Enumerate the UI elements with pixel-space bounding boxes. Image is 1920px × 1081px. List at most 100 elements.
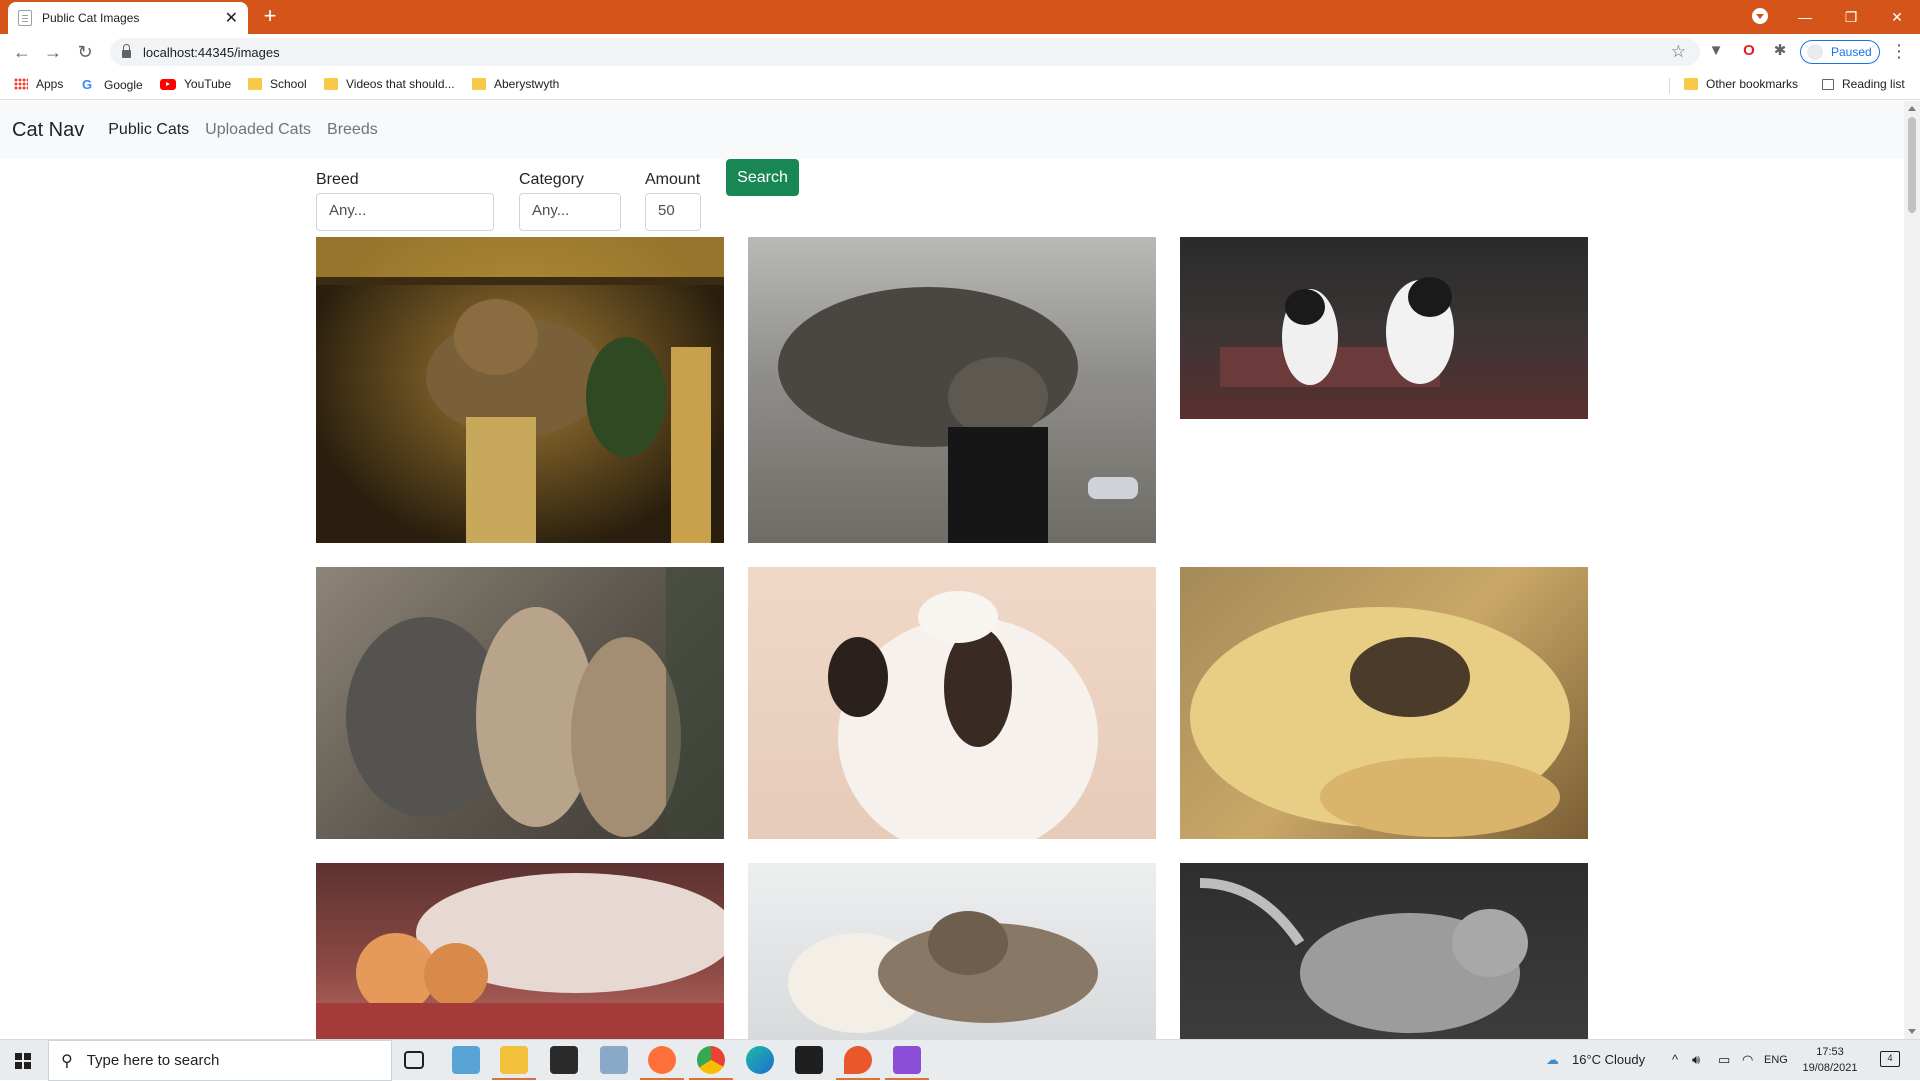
- bookmark-label: School: [270, 77, 307, 91]
- tab-close-icon[interactable]: ✕: [225, 8, 238, 28]
- cat-image[interactable]: [748, 567, 1156, 839]
- bookmark-youtube[interactable]: YouTube: [160, 77, 231, 91]
- chrome-icon[interactable]: [689, 1046, 733, 1080]
- calculator-icon[interactable]: [600, 1046, 628, 1074]
- scroll-up-icon[interactable]: [1908, 106, 1916, 111]
- bookmark-label: Aberystwyth: [494, 77, 560, 91]
- amount-input[interactable]: 50: [645, 193, 701, 231]
- bookmark-star-icon[interactable]: ☆: [1671, 42, 1686, 62]
- reading-list-label: Reading list: [1842, 77, 1905, 91]
- breed-select[interactable]: Any...: [316, 193, 494, 231]
- cat-photo-graphic: [828, 591, 1098, 839]
- cat-image[interactable]: [316, 863, 724, 1039]
- nav-link-breeds[interactable]: Breeds: [327, 121, 378, 139]
- photos-app-icon[interactable]: [452, 1046, 480, 1074]
- cat-photo-graphic: [1220, 277, 1454, 387]
- folder-icon: [1684, 78, 1698, 90]
- volume-icon[interactable]: 🔊︎: [1692, 1052, 1700, 1068]
- wifi-icon[interactable]: ◠: [1742, 1052, 1753, 1068]
- cat-image[interactable]: [748, 863, 1156, 1039]
- bookmark-other[interactable]: Other bookmarks: [1684, 77, 1798, 91]
- cat-image[interactable]: [748, 237, 1156, 543]
- cat-photo-graphic: [1199, 878, 1528, 1033]
- weather-icon: ☁: [1546, 1052, 1559, 1067]
- bookmark-google[interactable]: G Google: [82, 77, 143, 92]
- breed-filter: Breed Any...: [316, 159, 494, 231]
- navbar-brand[interactable]: Cat Nav: [12, 119, 84, 142]
- scrollbar-thumb[interactable]: [1908, 117, 1916, 213]
- battery-icon[interactable]: ▭: [1718, 1052, 1730, 1068]
- bookmark-videos[interactable]: Videos that should...: [324, 77, 455, 91]
- extensions-puzzle-icon[interactable]: ✱: [1770, 41, 1790, 61]
- cat-photo-graphic: [1190, 607, 1570, 837]
- scroll-down-icon[interactable]: [1908, 1029, 1916, 1034]
- extension-opera-icon[interactable]: O: [1739, 41, 1759, 61]
- taskbar-search[interactable]: ⚲ Type here to search: [48, 1040, 392, 1081]
- tray-chevron-icon[interactable]: ^: [1672, 1052, 1678, 1067]
- cat-image[interactable]: [316, 237, 724, 543]
- bookmark-label: Apps: [36, 77, 64, 91]
- profile-status: Paused: [1831, 45, 1872, 59]
- terminal-icon[interactable]: [795, 1046, 823, 1074]
- clock[interactable]: 17:53 19/08/2021: [1794, 1044, 1866, 1076]
- page-scrollbar[interactable]: [1904, 101, 1920, 1039]
- back-icon[interactable]: ←: [10, 40, 34, 64]
- category-label: Category: [519, 171, 584, 188]
- restore-icon[interactable]: ❐: [1828, 0, 1874, 34]
- folder-icon: [324, 78, 338, 90]
- notifications-icon[interactable]: 4: [1880, 1051, 1900, 1067]
- bookmark-label: Videos that should...: [346, 77, 455, 91]
- bookmark-school[interactable]: School: [248, 77, 307, 91]
- avatar: [1807, 44, 1823, 60]
- cat-image[interactable]: [1180, 237, 1588, 419]
- search-button[interactable]: Search: [726, 159, 799, 196]
- youtube-icon: [160, 78, 176, 90]
- cat-photo-graphic: [316, 873, 724, 1039]
- forward-icon[interactable]: →: [41, 40, 65, 64]
- close-icon[interactable]: ✕: [1874, 0, 1920, 34]
- site-navbar: Cat Nav Public Cats Uploaded Cats Breeds: [0, 101, 1904, 159]
- search-icon: ⚲: [61, 1052, 73, 1070]
- nav-link-uploaded-cats[interactable]: Uploaded Cats: [205, 121, 311, 139]
- weather-text[interactable]: 16°C Cloudy: [1572, 1052, 1645, 1067]
- url-text: localhost:44345/images: [143, 44, 280, 60]
- browser-tab[interactable]: Public Cat Images ✕: [8, 2, 248, 34]
- nav-link-public-cats[interactable]: Public Cats: [108, 121, 189, 139]
- visual-studio-icon[interactable]: [885, 1046, 929, 1080]
- file-explorer-icon[interactable]: [492, 1046, 536, 1080]
- category-select[interactable]: Any...: [519, 193, 621, 231]
- tab-search-icon[interactable]: [1752, 8, 1768, 24]
- reading-list[interactable]: Reading list: [1822, 77, 1905, 91]
- browser-titlebar: Public Cat Images ✕ + — ❐ ✕: [0, 0, 1920, 34]
- profile-button[interactable]: Paused: [1800, 40, 1880, 64]
- task-view-icon[interactable]: [404, 1051, 424, 1069]
- firefox-icon[interactable]: [640, 1046, 684, 1080]
- extension-vpn-icon[interactable]: ▼: [1706, 41, 1726, 61]
- browser-toolbar: ← → ↻ localhost:44345/images ☆: [0, 34, 1920, 70]
- minimize-icon[interactable]: —: [1782, 0, 1828, 34]
- start-icon[interactable]: [15, 1053, 31, 1069]
- cat-photo-graphic: [346, 567, 724, 839]
- bookmark-apps[interactable]: Apps: [14, 77, 63, 91]
- cat-image[interactable]: [1180, 567, 1588, 839]
- tab-title: Public Cat Images: [42, 11, 140, 25]
- cat-image[interactable]: [316, 567, 724, 839]
- bookmark-aberystwyth[interactable]: Aberystwyth: [472, 77, 559, 91]
- amount-label: Amount: [645, 171, 701, 188]
- language-indicator[interactable]: ENG: [1764, 1054, 1788, 1066]
- page-icon: [18, 10, 32, 26]
- new-tab-button[interactable]: +: [258, 4, 282, 28]
- menu-icon[interactable]: ⋮: [1890, 41, 1908, 62]
- maps-pin-icon[interactable]: [836, 1046, 880, 1080]
- amount-filter: Amount 50: [645, 159, 701, 231]
- bookmark-divider: [1669, 78, 1670, 94]
- windows-taskbar: ⚲ Type here to search ☁ 16°C Cloudy ^ 🔊︎…: [0, 1039, 1920, 1081]
- clock-date: 19/08/2021: [1802, 1062, 1858, 1074]
- cat-image[interactable]: [1180, 863, 1588, 1039]
- cat-photo-graphic: [788, 911, 1098, 1033]
- bookmarks-bar: Apps G Google YouTube School Videos that…: [0, 70, 1920, 100]
- edge-icon[interactable]: [746, 1046, 774, 1074]
- store-icon[interactable]: [550, 1046, 578, 1074]
- address-bar[interactable]: localhost:44345/images ☆: [110, 38, 1700, 66]
- reload-icon[interactable]: ↻: [73, 40, 97, 64]
